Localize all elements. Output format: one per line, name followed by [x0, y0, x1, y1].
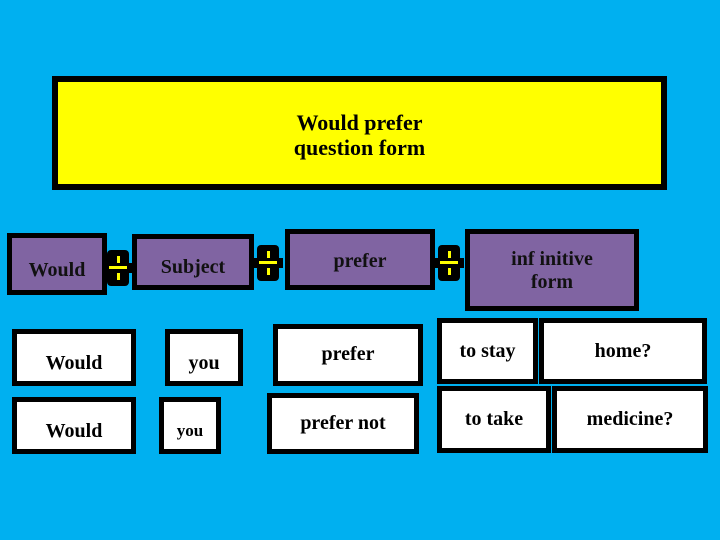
- example-2-verb-box: prefer not: [267, 393, 419, 454]
- example-1-would-box: Would: [12, 329, 136, 386]
- example-1-subject-box: you: [165, 329, 243, 386]
- example-1-object-box: home?: [539, 318, 707, 384]
- example-1-would-text: Would: [45, 352, 103, 374]
- example-2-would-box: Would: [12, 397, 136, 454]
- example-2-object-box: medicine?: [552, 386, 708, 453]
- formula-subject-text: Subject: [160, 256, 226, 278]
- formula-prefer-box: prefer: [285, 229, 435, 290]
- plus-icon: [253, 245, 283, 281]
- example-1-object-text: home?: [594, 339, 652, 362]
- example-1-verb-text: prefer: [321, 343, 375, 365]
- example-1-verb-box: prefer: [273, 324, 423, 386]
- plus-icon: [434, 245, 464, 281]
- formula-infinitive-box: inf initive form: [465, 229, 639, 311]
- title-text: Would prefer question form: [294, 106, 425, 161]
- example-2-subject-text: you: [176, 421, 204, 441]
- formula-would-box: Would: [7, 233, 107, 295]
- example-2-infinitive-box: to take: [437, 386, 551, 453]
- example-2-verb-text: prefer not: [300, 412, 386, 434]
- plus-icon: [103, 250, 133, 286]
- title-line-2: question form: [293, 135, 426, 160]
- formula-infinitive-text: inf initive form: [511, 248, 593, 293]
- title-line-1: Would prefer: [296, 109, 423, 135]
- formula-prefer-text: prefer: [333, 250, 387, 272]
- example-2-infinitive-text: to take: [464, 408, 524, 430]
- example-2-would-text: Would: [45, 420, 103, 442]
- formula-would-text: Would: [28, 259, 86, 281]
- example-2-subject-box: you: [159, 397, 221, 454]
- example-1-subject-text: you: [188, 352, 220, 374]
- example-1-infinitive-text: to stay: [459, 339, 516, 362]
- formula-subject-box: Subject: [132, 234, 254, 290]
- example-2-object-text: medicine?: [586, 408, 674, 430]
- example-1-infinitive-box: to stay: [437, 318, 538, 384]
- title-box: Would prefer question form: [52, 76, 667, 190]
